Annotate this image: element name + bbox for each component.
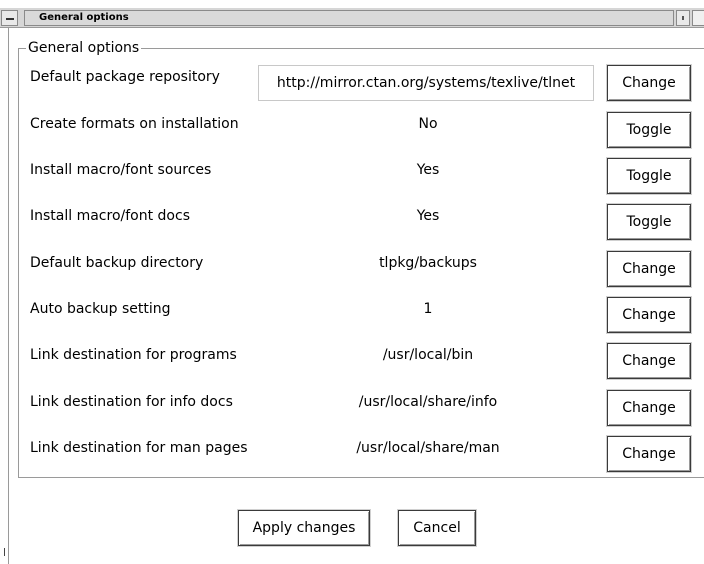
row-value-macro-docs: Yes <box>416 208 440 224</box>
window-title: General options <box>24 10 674 26</box>
maximize-icon[interactable] <box>692 10 704 26</box>
change-repository-button[interactable]: Change <box>607 65 691 101</box>
change-link-info-button[interactable]: Change <box>607 390 691 426</box>
row-value-link-info: /usr/local/share/info <box>358 394 498 410</box>
toggle-macro-docs-button[interactable]: Toggle <box>607 204 691 240</box>
row-label-macro-docs: Install macro/font docs <box>30 208 190 224</box>
row-label-macro-sources: Install macro/font sources <box>30 162 212 178</box>
change-link-programs-button[interactable]: Change <box>607 343 691 379</box>
row-label-repository: Default package repository <box>30 69 220 85</box>
row-label-backup-directory: Default backup directory <box>30 255 204 271</box>
change-auto-backup-button[interactable]: Change <box>607 297 691 333</box>
row-value-macro-sources: Yes <box>416 162 440 178</box>
title-bar: General options <box>0 8 704 28</box>
window-menu-icon[interactable] <box>1 10 18 26</box>
row-label-create-formats: Create formats on installation <box>30 116 239 132</box>
repository-field: http://mirror.ctan.org/systems/texlive/t… <box>258 65 594 101</box>
change-link-man-button[interactable]: Change <box>607 436 691 472</box>
row-label-auto-backup: Auto backup setting <box>30 301 171 317</box>
group-title: General options <box>26 39 142 57</box>
toggle-create-formats-button[interactable]: Toggle <box>607 112 691 148</box>
row-value-auto-backup: 1 <box>423 301 433 317</box>
row-value-link-man: /usr/local/share/man <box>356 440 500 456</box>
row-label-link-info: Link destination for info docs <box>30 394 233 410</box>
row-label-link-programs: Link destination for programs <box>30 347 237 363</box>
row-value-link-programs: /usr/local/bin <box>382 347 474 363</box>
toggle-macro-sources-button[interactable]: Toggle <box>607 158 691 194</box>
row-label-link-man: Link destination for man pages <box>30 440 248 456</box>
apply-changes-button[interactable]: Apply changes <box>238 510 370 546</box>
cancel-button[interactable]: Cancel <box>398 510 476 546</box>
resize-mark <box>4 548 5 556</box>
row-value-backup-directory: tlpkg/backups <box>379 255 477 271</box>
change-backup-directory-button[interactable]: Change <box>607 251 691 287</box>
minimize-icon[interactable] <box>676 10 690 26</box>
row-value-create-formats: No <box>418 116 438 132</box>
